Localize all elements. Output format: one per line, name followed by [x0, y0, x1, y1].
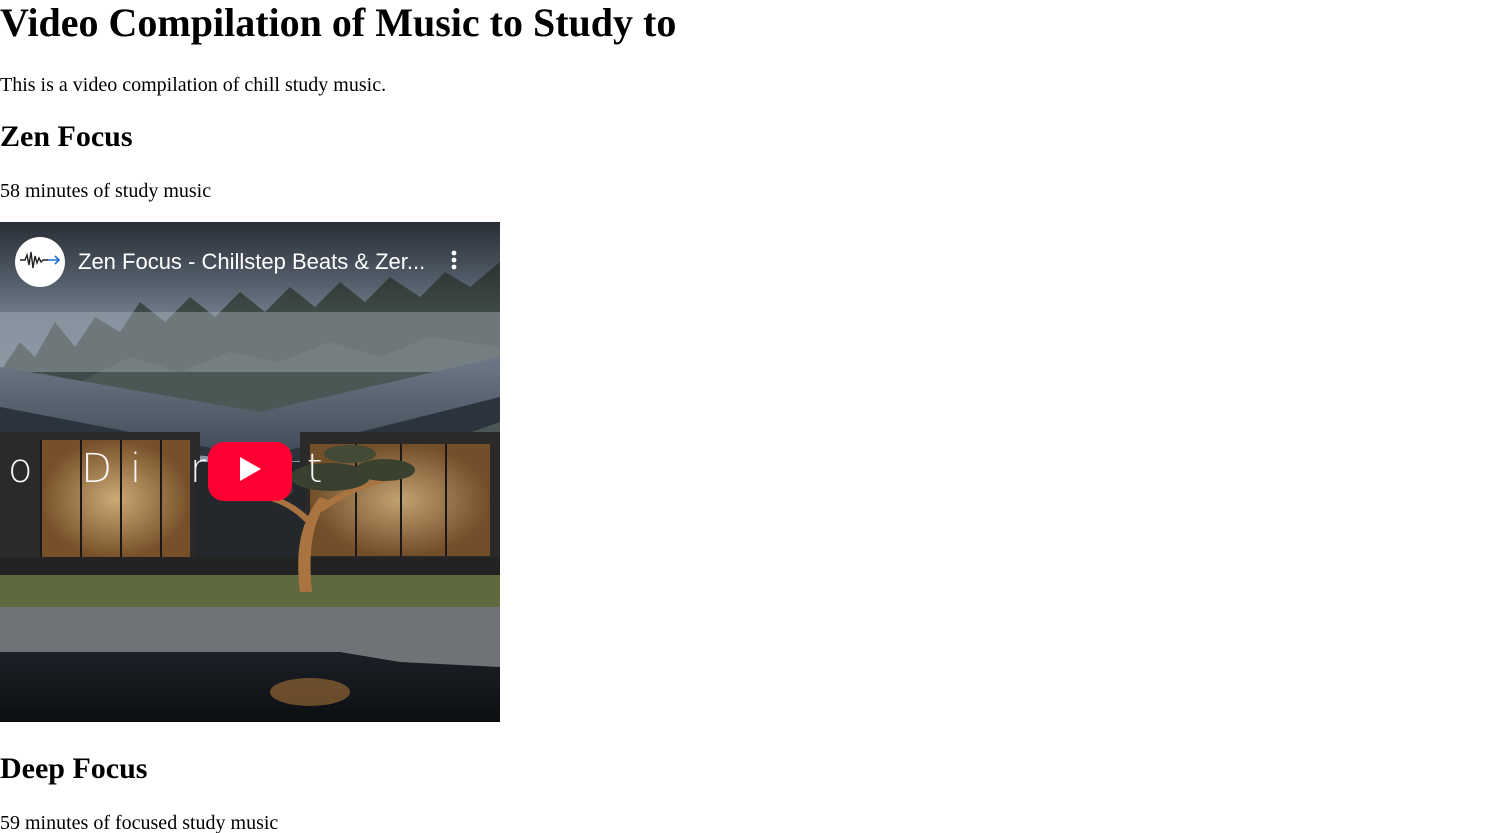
more-options-button[interactable] — [440, 248, 468, 276]
play-icon — [237, 456, 263, 487]
section-heading-zen-focus: Zen Focus — [0, 120, 133, 153]
page: Video Compilation of Music to Study to T… — [0, 0, 1505, 833]
more-vertical-icon — [450, 249, 458, 276]
section-heading-deep-focus: Deep Focus — [0, 752, 148, 785]
video-embed-zen-focus[interactable]: Zen Focus - Chillstep Beats & Zer... o D… — [0, 222, 500, 722]
waveform-logo-icon — [18, 249, 62, 276]
video-title[interactable]: Zen Focus - Chillstep Beats & Zer... — [78, 248, 428, 276]
channel-avatar[interactable] — [15, 237, 65, 287]
page-intro: This is a video compilation of chill stu… — [0, 74, 387, 96]
play-button[interactable] — [208, 442, 292, 501]
section-description-zen-focus: 58 minutes of study music — [0, 180, 212, 202]
section-description-deep-focus: 59 minutes of focused study music — [0, 812, 279, 833]
page-title: Video Compilation of Music to Study to — [0, 0, 677, 45]
